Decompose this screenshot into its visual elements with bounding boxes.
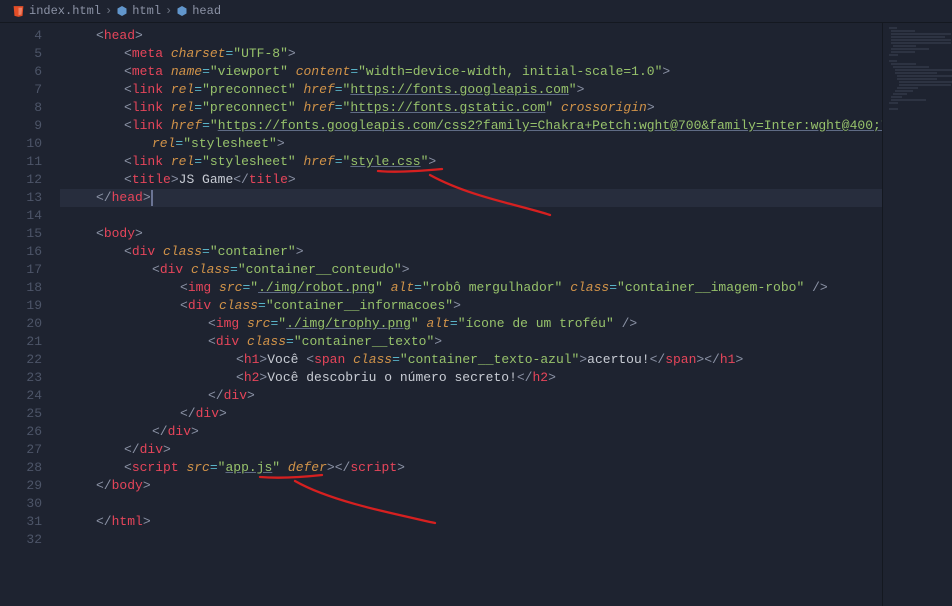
code-area[interactable]: <head><meta charset="UTF-8"><meta name="… [60,23,882,606]
code-line[interactable]: <img src="./img/robot.png" alt="robô mer… [68,279,882,297]
line-number: 31 [0,513,60,531]
code-line[interactable]: <div class="container__conteudo"> [68,261,882,279]
code-line[interactable]: <meta name="viewport" content="width=dev… [68,63,882,81]
code-line[interactable] [68,495,882,513]
cube-icon [116,5,128,17]
breadcrumb-file[interactable]: index.html [29,4,101,18]
line-number: 28 [0,459,60,477]
code-line[interactable]: </div> [68,441,882,459]
code-line[interactable]: <script src="app.js" defer></script> [68,459,882,477]
code-line[interactable]: <meta charset="UTF-8"> [68,45,882,63]
code-line[interactable]: </div> [68,387,882,405]
code-line[interactable]: <head> [68,27,882,45]
code-line[interactable] [68,531,882,549]
code-line[interactable]: <title>JS Game</title> [68,171,882,189]
code-line[interactable]: <link rel="preconnect" href="https://fon… [68,99,882,117]
line-number: 32 [0,531,60,549]
line-number: 7 [0,81,60,99]
line-number: 30 [0,495,60,513]
line-number: 8 [0,99,60,117]
line-number: 29 [0,477,60,495]
line-number: 11 [0,153,60,171]
line-number: 20 [0,315,60,333]
minimap-content [883,23,952,118]
line-number: 6 [0,63,60,81]
line-number: 26 [0,423,60,441]
line-number: 12 [0,171,60,189]
code-line[interactable]: <div class="container__texto"> [68,333,882,351]
code-line[interactable]: <link href="https://fonts.googleapis.com… [68,117,882,135]
code-line[interactable]: <div class="container"> [68,243,882,261]
line-number: 23 [0,369,60,387]
code-line[interactable]: </html> [68,513,882,531]
line-number: 4 [0,27,60,45]
line-number: 14 [0,207,60,225]
line-number: 18 [0,279,60,297]
line-gutter: 4567891011121314151617181920212223242526… [0,23,60,606]
line-number: 27 [0,441,60,459]
editor-container: index.html › html › head 456789101112131… [0,0,952,606]
line-number: 25 [0,405,60,423]
code-line[interactable] [68,207,882,225]
main-area: 4567891011121314151617181920212223242526… [0,23,952,606]
code-line[interactable]: </body> [68,477,882,495]
code-line[interactable]: <link rel="stylesheet" href="style.css"> [68,153,882,171]
code-line[interactable]: <div class="container__informacoes"> [68,297,882,315]
breadcrumb-path1[interactable]: html [132,4,161,18]
line-number: 10 [0,135,60,153]
line-number: 15 [0,225,60,243]
code-line[interactable]: rel="stylesheet"> [68,135,882,153]
breadcrumb-sep: › [105,4,112,18]
code-line[interactable]: <link rel="preconnect" href="https://fon… [68,81,882,99]
line-number: 16 [0,243,60,261]
code-line[interactable]: </div> [68,423,882,441]
line-number: 9 [0,117,60,135]
breadcrumb-sep: › [165,4,172,18]
line-number: 24 [0,387,60,405]
code-line[interactable]: </div> [68,405,882,423]
cursor [151,190,153,206]
line-number: 13 [0,189,60,207]
line-number: 22 [0,351,60,369]
minimap[interactable] [882,23,952,606]
html5-icon [12,5,25,18]
code-line[interactable]: <img src="./img/trophy.png" alt="ícone d… [68,315,882,333]
line-number: 19 [0,297,60,315]
breadcrumb[interactable]: index.html › html › head [0,0,952,23]
code-line[interactable]: <body> [68,225,882,243]
code-line[interactable]: <h1>Você <span class="container__texto-a… [68,351,882,369]
cube-icon [176,5,188,17]
code-line[interactable]: </head> [68,189,882,207]
line-number: 5 [0,45,60,63]
line-number: 17 [0,261,60,279]
breadcrumb-path2[interactable]: head [192,4,221,18]
line-number: 21 [0,333,60,351]
code-line[interactable]: <h2>Você descobriu o número secreto!</h2… [68,369,882,387]
